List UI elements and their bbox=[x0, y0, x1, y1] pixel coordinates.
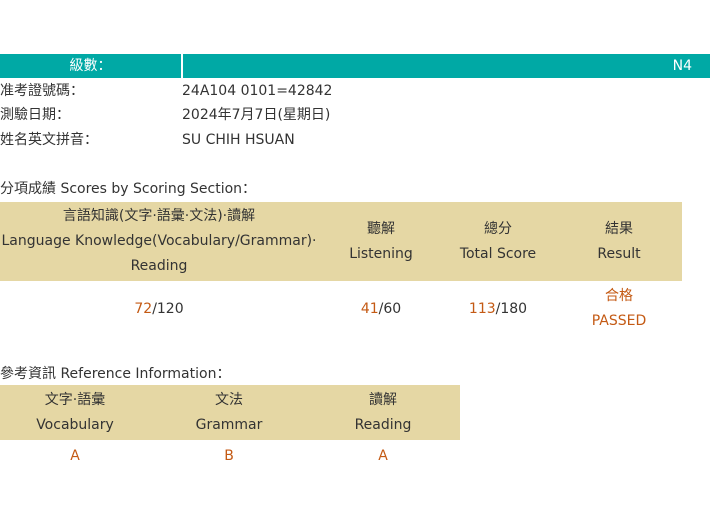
grammar-header: 文法 Grammar bbox=[179, 388, 279, 438]
scores-table-header: 言語知識(文字·語彙·文法)·讀解 Language Knowledge(Voc… bbox=[0, 202, 682, 281]
reading-grade: A bbox=[378, 448, 388, 464]
language-knowledge-header: 言語知識(文字·語彙·文法)·讀解 Language Knowledge(Voc… bbox=[0, 202, 318, 281]
result-header-zh: 結果 bbox=[605, 220, 633, 237]
test-date-row: 測驗日期： 2024年7月7日(星期日) bbox=[0, 105, 710, 125]
total-score-cell: 113/180 bbox=[443, 297, 553, 322]
scores-section-title: 分項成績 Scores by Scoring Section： bbox=[0, 181, 257, 197]
reference-section-title: 參考資訊 Reference Information： bbox=[0, 366, 231, 382]
level-label: 級數： bbox=[69, 58, 112, 74]
listening-header-zh: 聽解 bbox=[367, 220, 395, 237]
total-header-en: Total Score bbox=[459, 245, 537, 262]
language-header-en: Language Knowledge(Vocabulary/Grammar)· bbox=[1, 233, 317, 249]
language-header-en-reading: Reading bbox=[130, 258, 188, 274]
listening-score-cell: 41/60 bbox=[331, 297, 431, 322]
vocabulary-header: 文字·語彙 Vocabulary bbox=[20, 388, 130, 438]
reading-header: 讀解 Reading bbox=[333, 388, 433, 438]
reading-header-zh: 讀解 bbox=[369, 392, 397, 408]
result-header: 結果 Result bbox=[569, 202, 669, 281]
listening-max: /60 bbox=[378, 301, 402, 317]
level-header-bar: 級數： N4 bbox=[0, 54, 710, 78]
listening-score: 41 bbox=[360, 301, 379, 317]
vocabulary-grade: A bbox=[70, 448, 80, 464]
grammar-header-zh: 文法 bbox=[215, 392, 243, 408]
language-max: /120 bbox=[152, 301, 184, 317]
total-header-zh: 總分 bbox=[484, 220, 512, 237]
result-cell: 合格 PASSED bbox=[569, 284, 669, 334]
test-date-value: 2024年7月7日(星期日) bbox=[182, 107, 331, 123]
listening-header-en: Listening bbox=[349, 245, 413, 262]
listening-header: 聽解 Listening bbox=[331, 202, 431, 281]
reference-table-header: 文字·語彙 Vocabulary 文法 Grammar 讀解 Reading bbox=[0, 385, 460, 440]
name-row: 姓名英文拼音： SU CHIH HSUAN bbox=[0, 130, 710, 150]
total-max: /180 bbox=[495, 301, 528, 317]
language-score: 72 bbox=[134, 301, 153, 317]
registration-row: 准考證號碼： 24A104 0101=42842 bbox=[0, 81, 710, 101]
result-header-en: Result bbox=[597, 245, 641, 262]
name-value: SU CHIH HSUAN bbox=[182, 132, 295, 148]
vocabulary-header-en: Vocabulary bbox=[36, 417, 114, 433]
result-zh: 合格 bbox=[605, 288, 633, 304]
total-score: 113 bbox=[468, 301, 496, 317]
total-score-header: 總分 Total Score bbox=[443, 202, 553, 281]
registration-label: 准考證號碼： bbox=[0, 83, 84, 99]
test-date-label: 測驗日期： bbox=[0, 107, 70, 123]
language-header-zh: 言語知識(文字·語彙·文法)·讀解 bbox=[62, 208, 256, 224]
level-value: N4 bbox=[672, 58, 692, 74]
grammar-grade: B bbox=[224, 448, 234, 464]
result-en: PASSED bbox=[591, 313, 647, 329]
reading-header-en: Reading bbox=[354, 417, 412, 433]
vocabulary-header-zh: 文字·語彙 bbox=[44, 392, 106, 408]
language-score-cell: 72/120 bbox=[0, 297, 318, 322]
grammar-header-en: Grammar bbox=[195, 417, 263, 433]
registration-value: 24A104 0101=42842 bbox=[182, 83, 333, 99]
name-label: 姓名英文拼音： bbox=[0, 132, 98, 148]
header-divider bbox=[181, 54, 183, 78]
